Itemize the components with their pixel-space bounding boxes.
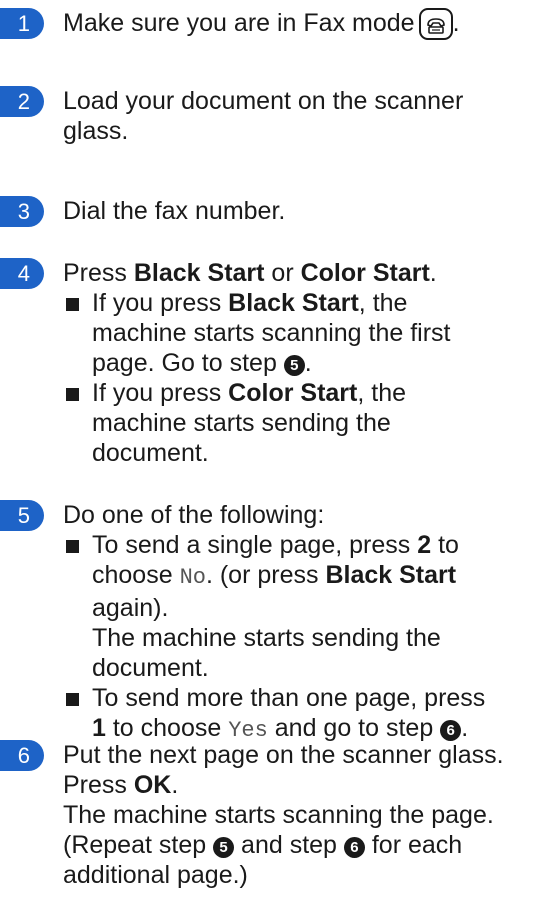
bullet-text: to choose <box>105 714 229 742</box>
color-start-key: Color Start <box>228 379 358 407</box>
step-body: Load your document on the scanner glass. <box>63 86 529 146</box>
step-bullets: If you press Black Start, the machine st… <box>63 288 529 468</box>
step-ref-badge: 6 <box>440 720 462 741</box>
instruction-page: 1 Make sure you are in Fax mode. 2 Load … <box>0 0 533 900</box>
step-text: additional page.) <box>63 861 248 889</box>
bullet-text: machine starts sending the <box>92 409 391 437</box>
step-text: . <box>429 259 437 287</box>
bullet-text: , the <box>358 289 408 317</box>
step-number: 6 <box>0 740 44 771</box>
step-body: Press Black Start or Color Start. If you… <box>63 258 529 468</box>
step-number: 1 <box>0 8 44 39</box>
step-text: and step <box>234 831 344 859</box>
step-text: Dial the fax number. <box>63 197 286 225</box>
bullet-text: If you press <box>92 379 229 407</box>
step-text: Make sure you are in Fax mode <box>63 9 415 37</box>
step-text: Press <box>63 771 134 799</box>
bullet-item: If you press Black Start, the machine st… <box>63 288 529 378</box>
step-text-end: . <box>452 9 460 37</box>
step-text: for each <box>364 831 463 859</box>
bullet-text: document. <box>92 654 209 682</box>
step-bullets: To send a single page, press 2 to choose… <box>63 530 529 746</box>
bullet-item: If you press Color Start, the machine st… <box>63 378 529 468</box>
bullet-item: To send more than one page, press 1 to c… <box>63 683 529 746</box>
bullet-text: and go to step <box>267 714 441 742</box>
step-text: The machine starts scanning the page. <box>63 801 494 829</box>
step-ref-badge: 5 <box>213 837 235 858</box>
bullet-text: To send more than one page, press <box>92 684 486 712</box>
step-body: Dial the fax number. <box>63 196 529 226</box>
bullet-text: . <box>461 714 469 742</box>
bullet-text: machine starts scanning the first <box>92 319 451 347</box>
step-body: Make sure you are in Fax mode. <box>63 8 529 40</box>
step-text: . <box>171 771 179 799</box>
step-text: glass. <box>63 117 129 145</box>
black-start-key: Black Start <box>228 289 359 317</box>
bullet-text: choose <box>92 561 180 589</box>
step-number: 3 <box>0 196 44 227</box>
step-ref-badge: 5 <box>283 355 305 376</box>
step-body: Put the next page on the scanner glass. … <box>63 740 529 890</box>
bullet-text: page. Go to step <box>92 349 284 377</box>
bullet-text: The machine starts sending the <box>92 624 441 652</box>
bullet-text: document. <box>92 439 209 467</box>
bullet-text: to <box>431 531 459 559</box>
step-text: or <box>264 259 301 287</box>
step-text: (Repeat step <box>63 831 214 859</box>
bullet-text: . <box>304 349 312 377</box>
ok-key: OK <box>133 771 172 799</box>
bullet-item: To send a single page, press 2 to choose… <box>63 530 529 683</box>
step-text: Do one of the following: <box>63 501 325 529</box>
lcd-value: No <box>179 565 206 590</box>
key-2: 2 <box>417 531 432 559</box>
color-start-key: Color Start <box>300 259 430 287</box>
black-start-key: Black Start <box>133 259 265 287</box>
black-start-key: Black Start <box>325 561 457 589</box>
step-number: 4 <box>0 258 44 289</box>
key-1: 1 <box>92 714 106 742</box>
step-text: Load your document on the scanner <box>63 87 464 115</box>
bullet-text: . (or press <box>205 561 326 589</box>
bullet-text: To send a single page, press <box>92 531 418 559</box>
step-ref-badge: 6 <box>343 837 365 858</box>
fax-mode-icon <box>418 8 453 40</box>
step-body: Do one of the following: To send a singl… <box>63 500 529 746</box>
bullet-text: If you press <box>92 289 229 317</box>
step-text: Press <box>63 259 134 287</box>
step-text: Put the next page on the scanner glass. <box>63 741 504 769</box>
step-number: 5 <box>0 500 44 531</box>
bullet-text: , the <box>357 379 407 407</box>
step-number: 2 <box>0 86 44 117</box>
bullet-text: again). <box>92 594 169 622</box>
